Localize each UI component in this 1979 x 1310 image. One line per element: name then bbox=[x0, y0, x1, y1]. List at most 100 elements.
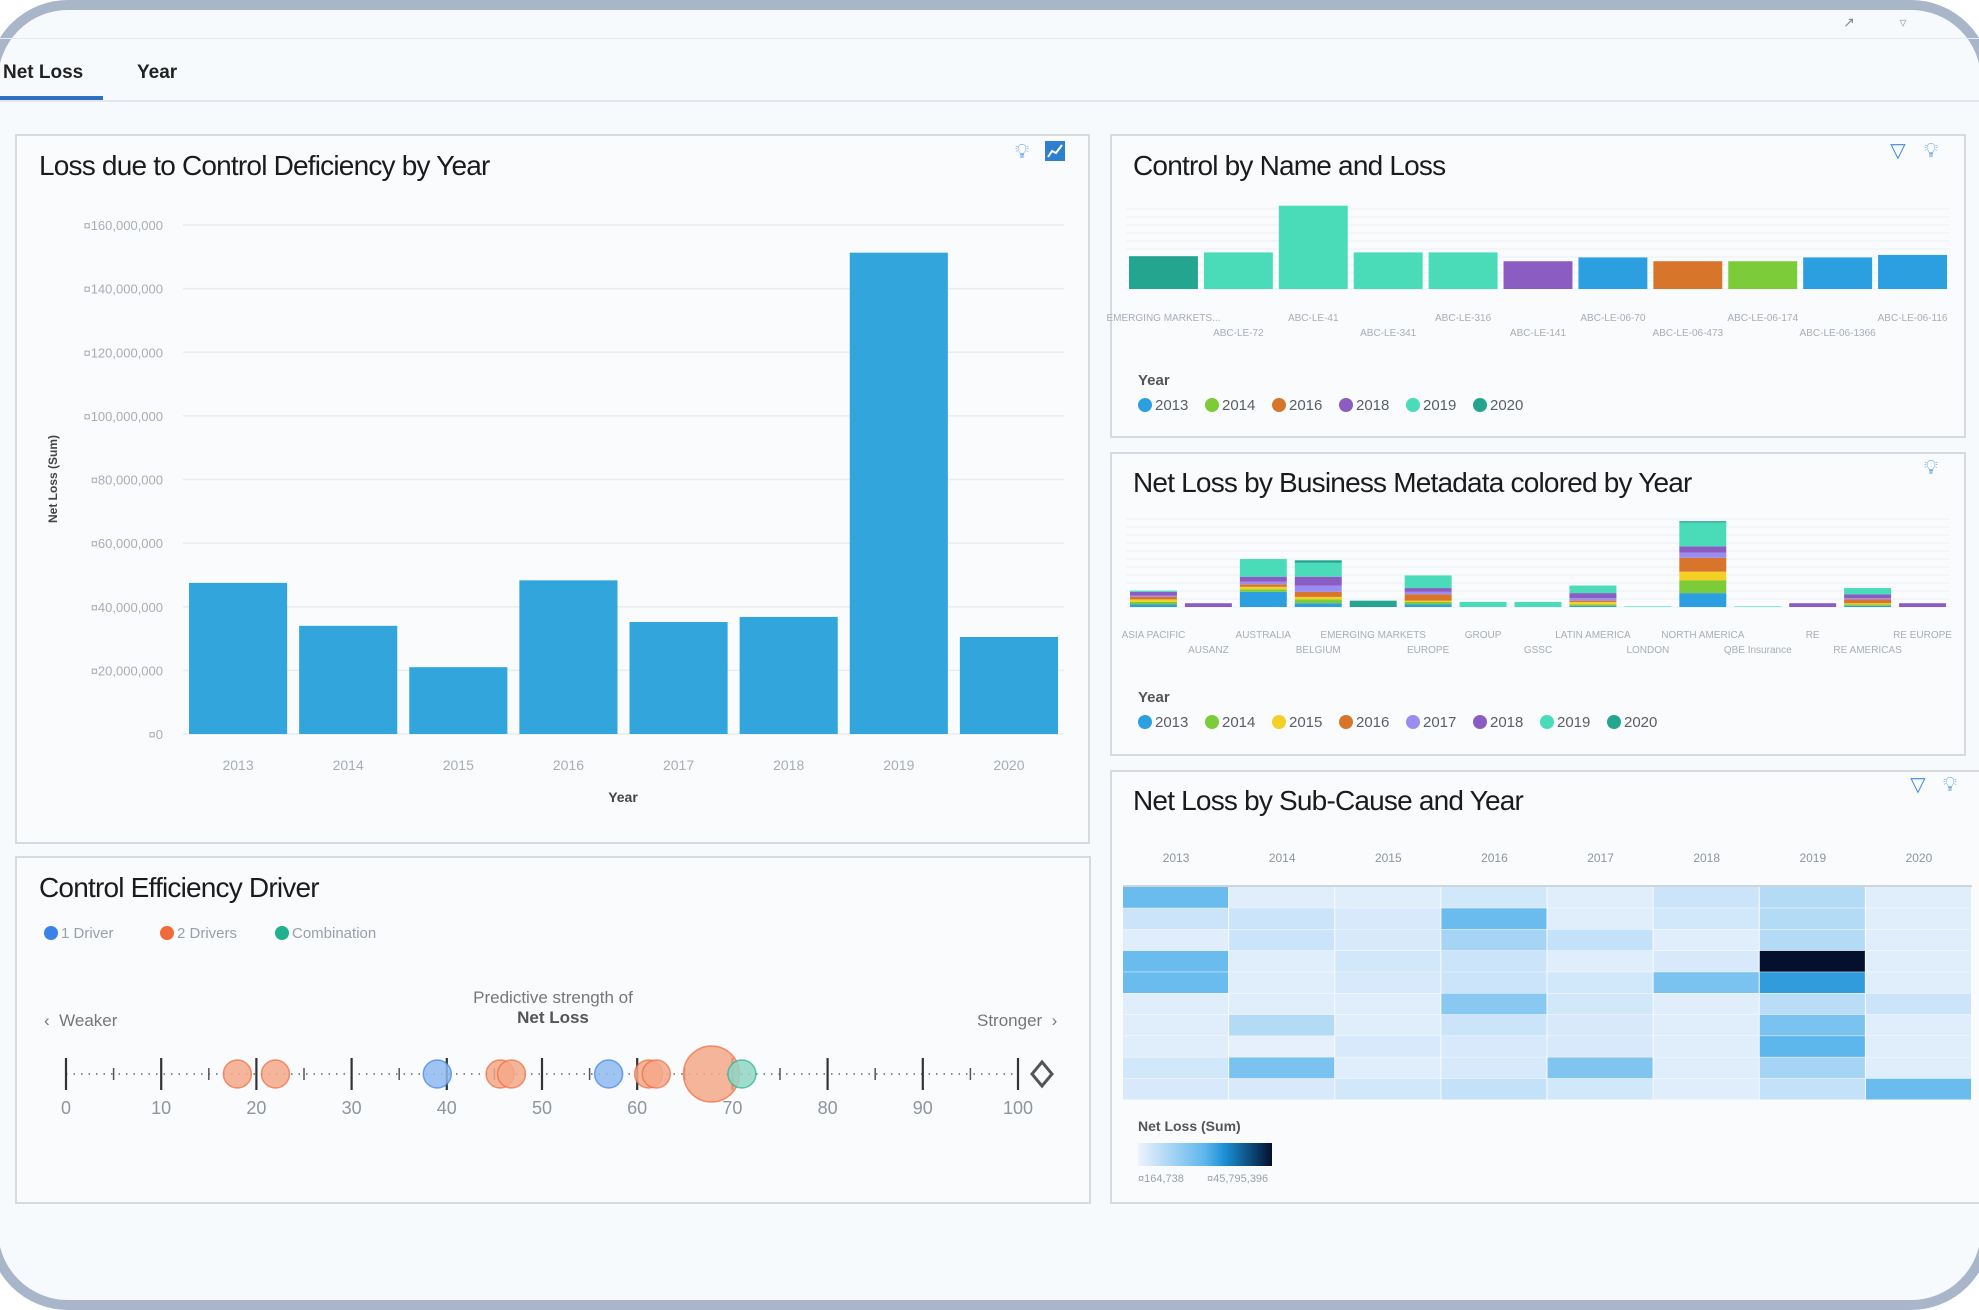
segment-RE EUROPE-2018[interactable] bbox=[1899, 603, 1946, 607]
heatmap-cell[interactable] bbox=[1441, 908, 1547, 930]
heatmap-cell[interactable] bbox=[1335, 1078, 1441, 1100]
bar-2016[interactable] bbox=[519, 580, 618, 734]
heatmap-cell[interactable] bbox=[1653, 887, 1759, 908]
heatmap-cell[interactable] bbox=[1441, 950, 1547, 972]
bar-2015[interactable] bbox=[409, 667, 508, 734]
crosshair-icon[interactable] bbox=[1030, 1059, 1054, 1089]
segment-ASIA PACIFIC-2019[interactable] bbox=[1130, 590, 1177, 592]
segment-ASIA PACIFIC-2013[interactable] bbox=[1130, 604, 1177, 607]
segment-BELGIUM-2017[interactable] bbox=[1294, 585, 1342, 592]
bar-2018[interactable] bbox=[739, 616, 838, 734]
heatmap-cell[interactable] bbox=[1229, 1014, 1335, 1036]
heatmap-cell[interactable] bbox=[1123, 1078, 1229, 1100]
heatmap-cell[interactable] bbox=[1123, 1057, 1229, 1079]
bar-ABC-LE-316[interactable] bbox=[1428, 252, 1498, 289]
heatmap-cell[interactable] bbox=[1547, 887, 1653, 908]
heatmap-cell[interactable] bbox=[1653, 972, 1759, 993]
heatmap-cell[interactable] bbox=[1229, 950, 1335, 972]
segment-LATIN AMERICA-2019[interactable] bbox=[1569, 585, 1617, 594]
heatmap-cell[interactable] bbox=[1547, 1078, 1653, 1100]
segment-GSSC-2019[interactable] bbox=[1514, 601, 1562, 607]
heatmap-cell[interactable] bbox=[1759, 993, 1865, 1015]
segment-RE AMERICAS-2016[interactable] bbox=[1844, 599, 1892, 604]
segment-NORTH AMERICA-2020[interactable] bbox=[1679, 521, 1727, 523]
heatmap-cell[interactable] bbox=[1759, 1036, 1865, 1057]
heatmap-cell[interactable] bbox=[1229, 887, 1335, 908]
heatmap-cell[interactable] bbox=[1865, 887, 1971, 908]
heatmap-cell[interactable] bbox=[1229, 972, 1335, 993]
heatmap-cell[interactable] bbox=[1653, 950, 1759, 972]
point-combination[interactable] bbox=[727, 1059, 757, 1089]
heatmap-cell[interactable] bbox=[1335, 1036, 1441, 1057]
heatmap-cell[interactable] bbox=[1123, 950, 1229, 972]
bar-EMERGING MARKETS...[interactable] bbox=[1129, 256, 1198, 289]
heatmap-cell[interactable] bbox=[1441, 1078, 1547, 1100]
heatmap-cell[interactable] bbox=[1123, 1014, 1229, 1036]
bar-ABC-LE-06-1366[interactable] bbox=[1803, 257, 1873, 289]
bar-ABC-LE-141[interactable] bbox=[1503, 261, 1573, 289]
heatmap-cell[interactable] bbox=[1759, 887, 1865, 908]
segment-QBE Insurance-2019[interactable] bbox=[1734, 606, 1782, 607]
point-2-drivers[interactable] bbox=[222, 1059, 253, 1089]
segment-LONDON-2019[interactable] bbox=[1624, 606, 1672, 607]
point-2-drivers[interactable] bbox=[496, 1059, 527, 1089]
heatmap-cell[interactable] bbox=[1759, 1057, 1865, 1079]
heatmap-cell[interactable] bbox=[1547, 929, 1653, 951]
segment-BELGIUM-2020[interactable] bbox=[1294, 560, 1342, 563]
bar-ABC-LE-06-116[interactable] bbox=[1878, 254, 1947, 289]
heatmap-cell[interactable] bbox=[1865, 1036, 1971, 1057]
bar-2020[interactable] bbox=[959, 636, 1058, 734]
segment-LATIN AMERICA-2016[interactable] bbox=[1569, 600, 1617, 602]
heatmap-cell[interactable] bbox=[1441, 972, 1547, 993]
point-1-driver[interactable] bbox=[593, 1059, 624, 1089]
heatmap-cell[interactable] bbox=[1865, 1057, 1971, 1079]
heatmap-cell[interactable] bbox=[1653, 1078, 1759, 1100]
segment-RE AMERICAS-2019[interactable] bbox=[1844, 588, 1892, 595]
heatmap-cell[interactable] bbox=[1653, 1057, 1759, 1079]
heatmap-cell[interactable] bbox=[1865, 1014, 1971, 1036]
segment-EUROPE-2016[interactable] bbox=[1404, 594, 1452, 601]
bar-ABC-LE-06-174[interactable] bbox=[1728, 261, 1798, 289]
bar-ABC-LE-41[interactable] bbox=[1278, 205, 1348, 289]
heatmap-cell[interactable] bbox=[1335, 993, 1441, 1015]
segment-EUROPE-2018[interactable] bbox=[1404, 588, 1452, 592]
heatmap-cell[interactable] bbox=[1229, 1036, 1335, 1057]
segment-BELGIUM-2019[interactable] bbox=[1294, 562, 1342, 577]
heatmap-cell[interactable] bbox=[1547, 908, 1653, 930]
heatmap-cell[interactable] bbox=[1441, 1014, 1547, 1036]
heatmap-cell[interactable] bbox=[1759, 908, 1865, 930]
point-1-driver[interactable] bbox=[422, 1059, 453, 1089]
heatmap-cell[interactable] bbox=[1123, 1036, 1229, 1057]
bar-2017[interactable] bbox=[629, 622, 728, 734]
segment-EUROPE-2013[interactable] bbox=[1404, 604, 1452, 607]
segment-AUSTRALIA-2015[interactable] bbox=[1239, 586, 1287, 590]
segment-BELGIUM-2014[interactable] bbox=[1294, 599, 1342, 604]
heatmap-cell[interactable] bbox=[1441, 1036, 1547, 1057]
heatmap-cell[interactable] bbox=[1865, 950, 1971, 972]
segment-NORTH AMERICA-2015[interactable] bbox=[1679, 571, 1727, 581]
heatmap-cell[interactable] bbox=[1123, 908, 1229, 930]
segment-AUSTRALIA-2017[interactable] bbox=[1239, 581, 1287, 585]
segment-ASIA PACIFIC-2017[interactable] bbox=[1130, 595, 1177, 597]
heatmap-cell[interactable] bbox=[1441, 1057, 1547, 1079]
segment-RE AMERICAS-2018[interactable] bbox=[1844, 594, 1892, 599]
segment-NORTH AMERICA-2018[interactable] bbox=[1679, 546, 1727, 553]
segment-EUROPE-2017[interactable] bbox=[1404, 591, 1452, 595]
heatmap-cell[interactable] bbox=[1547, 1036, 1653, 1057]
segment-NORTH AMERICA-2014[interactable] bbox=[1679, 580, 1727, 594]
segment-ASIA PACIFIC-2014[interactable] bbox=[1130, 601, 1177, 605]
segment-AUSTRALIA-2014[interactable] bbox=[1239, 589, 1287, 592]
heatmap-cell[interactable] bbox=[1759, 972, 1865, 993]
heatmap-cell[interactable] bbox=[1335, 929, 1441, 951]
bar-ABC-LE-06-70[interactable] bbox=[1578, 257, 1648, 289]
segment-LATIN AMERICA-2015[interactable] bbox=[1569, 601, 1617, 605]
segment-ASIA PACIFIC-2016[interactable] bbox=[1130, 596, 1177, 600]
heatmap-cell[interactable] bbox=[1653, 908, 1759, 930]
heatmap-cell[interactable] bbox=[1653, 1014, 1759, 1036]
segment-NORTH AMERICA-2017[interactable] bbox=[1679, 552, 1727, 558]
bar-2019[interactable] bbox=[849, 252, 948, 734]
segment-ASIA PACIFIC-2015[interactable] bbox=[1130, 599, 1177, 602]
segment-AUSTRALIA-2019[interactable] bbox=[1239, 559, 1287, 577]
heatmap-cell[interactable] bbox=[1123, 972, 1229, 993]
heatmap-cell[interactable] bbox=[1229, 993, 1335, 1015]
